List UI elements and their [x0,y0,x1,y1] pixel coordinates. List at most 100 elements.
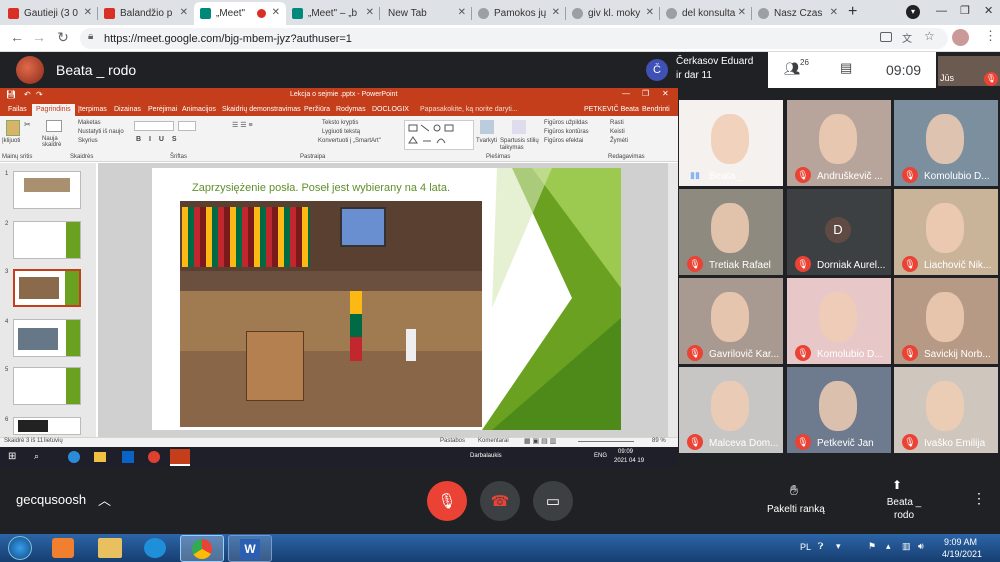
star-icon[interactable]: ☆ [924,29,935,43]
share-button[interactable]: Bendrinti [642,106,670,113]
participant-tile[interactable]: ▮▮ Beata _ [679,100,783,186]
close-icon[interactable]: ✕ [662,89,669,98]
browser-tab[interactable]: New Tab ✕ [380,2,472,25]
replace-button[interactable]: Keisti [610,129,625,135]
slide-thumbnail-6[interactable] [13,417,81,435]
raise-hand-label[interactable]: Pakelti ranką [767,504,825,515]
close-icon[interactable]: ✕ [272,7,280,18]
flag-icon[interactable]: ⚑ [868,541,876,552]
browser-tab[interactable]: Gautieji (3 0 ✕ [2,2,98,25]
tab-design[interactable]: Dizainas [114,106,141,113]
close-icon[interactable]: ✕ [366,7,374,18]
new-slide-icon[interactable] [46,120,62,132]
slide-thumbnail-4[interactable] [13,319,81,357]
clock-date[interactable]: 4/19/2021 [942,549,982,559]
network-icon[interactable]: ▥ [902,541,911,552]
redo-icon[interactable]: ↷ [36,90,43,99]
url-field[interactable]: 🔒︎ https://meet.google.com/bjg-mbem-jyz?… [80,28,948,49]
notes-button[interactable]: Pastabos [440,438,465,444]
chrome-icon[interactable] [148,451,160,463]
cut-icon[interactable]: ✂ [24,120,31,129]
shape-effects-button[interactable]: Figūros efektai [544,138,583,144]
close-icon[interactable]: ✕ [552,7,560,18]
clock-time[interactable]: 9:09 AM [944,537,977,547]
participant-tile[interactable]: 🎙︎ Andruškevič ... [787,100,891,186]
tab-doclogix[interactable]: DOCLOGIX [372,106,409,113]
tab-search-icon[interactable]: ▾ [906,5,920,19]
forward-icon[interactable]: → [30,29,48,45]
participant-tile[interactable]: 🎙︎ Malceva Dom... [679,367,783,453]
minimize-icon[interactable]: — [936,5,947,17]
section-button[interactable]: Skyrius [78,138,98,144]
list-icons[interactable]: ☰ ☰ ≡ [232,121,253,129]
smartart-button[interactable]: Konvertuoti į „SmartArt" [318,138,381,144]
quick-styles-icon[interactable] [512,120,526,134]
help-icon[interactable]: ❓︎ [818,541,823,552]
slide-thumbnail-3[interactable] [13,269,81,307]
raise-hand-icon[interactable]: ✋︎ [790,482,798,499]
mic-off-button[interactable]: 🎙︎ [427,481,467,521]
participant-tile[interactable]: 🎙︎ Tretiak Rafael [679,189,783,275]
present-label[interactable]: Beata _ rodo [880,496,928,522]
powerpoint-taskbar-icon[interactable] [170,449,190,466]
edge-icon[interactable] [68,451,80,463]
file-explorer-icon[interactable] [98,538,122,558]
maximize-icon[interactable]: ❐ [642,89,649,98]
reset-button[interactable]: Nustatyti iš naujo [78,129,124,135]
tab-view[interactable]: Rodymas [336,106,366,113]
search-icon[interactable]: ⌕ [34,451,39,462]
shape-fill-button[interactable]: Figūros užpildas [544,120,588,126]
paste-icon[interactable] [6,120,20,136]
more-options-icon[interactable]: ⋮ [972,490,986,507]
select-button[interactable]: Žymėti [610,138,628,144]
participant-tile[interactable]: 🎙︎ Savickij Norb... [894,278,998,364]
back-icon[interactable]: ← [8,29,26,45]
close-icon[interactable]: ✕ [84,7,92,18]
shape-outline-button[interactable]: Figūros kontūras [544,129,589,135]
media-player-icon[interactable] [52,538,74,558]
participant-tile[interactable]: 🎙︎ Liachovič Nik... [894,189,998,275]
tell-me-field[interactable]: Papasakokite, ką norite daryti... [420,106,518,113]
find-button[interactable]: Rasti [610,120,624,126]
windows-start-icon[interactable]: ⊞ [8,451,16,462]
tab-home[interactable]: Pagrindinis [32,104,75,116]
browser-tab-active[interactable]: „Meet" ✕ [194,2,286,25]
close-icon[interactable]: ✕ [738,7,746,18]
browser-tab[interactable]: Balandžio p ✕ [98,2,194,25]
tab-animations[interactable]: Animacijos [182,106,216,113]
arrange-icon[interactable] [480,120,494,134]
tab-transitions[interactable]: Perėjimai [148,106,177,113]
text-direction-button[interactable]: Teksto kryptis [322,120,358,126]
present-icon[interactable]: ⬆︎ [892,478,902,492]
participant-tile[interactable]: D 🎙︎ Dorniak Aurel... [787,189,891,275]
slide-thumbnail-2[interactable] [13,221,81,259]
participant-tile[interactable]: 🎙︎ Petkevič Jan [787,367,891,453]
tab-review[interactable]: Peržiūra [304,106,330,113]
outlook-icon[interactable] [122,451,134,463]
font-name-field[interactable] [134,121,174,131]
chevron-up-icon[interactable]: ︿ [98,490,111,509]
meeting-code[interactable]: gecqusoosh [16,492,86,507]
close-icon[interactable]: ✕ [646,7,654,18]
zoom-slider[interactable] [578,441,634,442]
browser-tab[interactable]: Nasz Czas ✕ [752,2,844,25]
close-icon[interactable]: ✕ [180,7,188,18]
word-taskbar-button[interactable]: W [228,535,272,562]
profile-avatar[interactable] [952,29,969,46]
participant-tile[interactable]: 🎙︎ Ivaško Emilija [894,367,998,453]
layout-button[interactable]: Maketas [78,120,101,126]
explorer-icon[interactable] [94,452,106,462]
close-icon[interactable]: ✕ [830,7,838,18]
chrome-taskbar-button[interactable] [180,535,224,562]
camera-icon[interactable] [880,32,892,42]
tray-expand-icon[interactable]: ▾ [836,541,841,552]
view-icons[interactable]: ▦ ▣ ▤ ▥ [524,437,556,445]
comments-button[interactable]: Komentarai [478,438,509,444]
close-icon[interactable]: ✕ [458,7,466,18]
browser-tab[interactable]: „Meet" – „b ✕ [286,2,380,25]
people-icon[interactable]: 👥︎ [784,61,801,77]
start-button[interactable] [8,536,32,560]
tab-insert[interactable]: Įterpimas [78,106,107,113]
edge-icon[interactable] [144,538,166,558]
vertical-scrollbar[interactable] [668,163,678,437]
